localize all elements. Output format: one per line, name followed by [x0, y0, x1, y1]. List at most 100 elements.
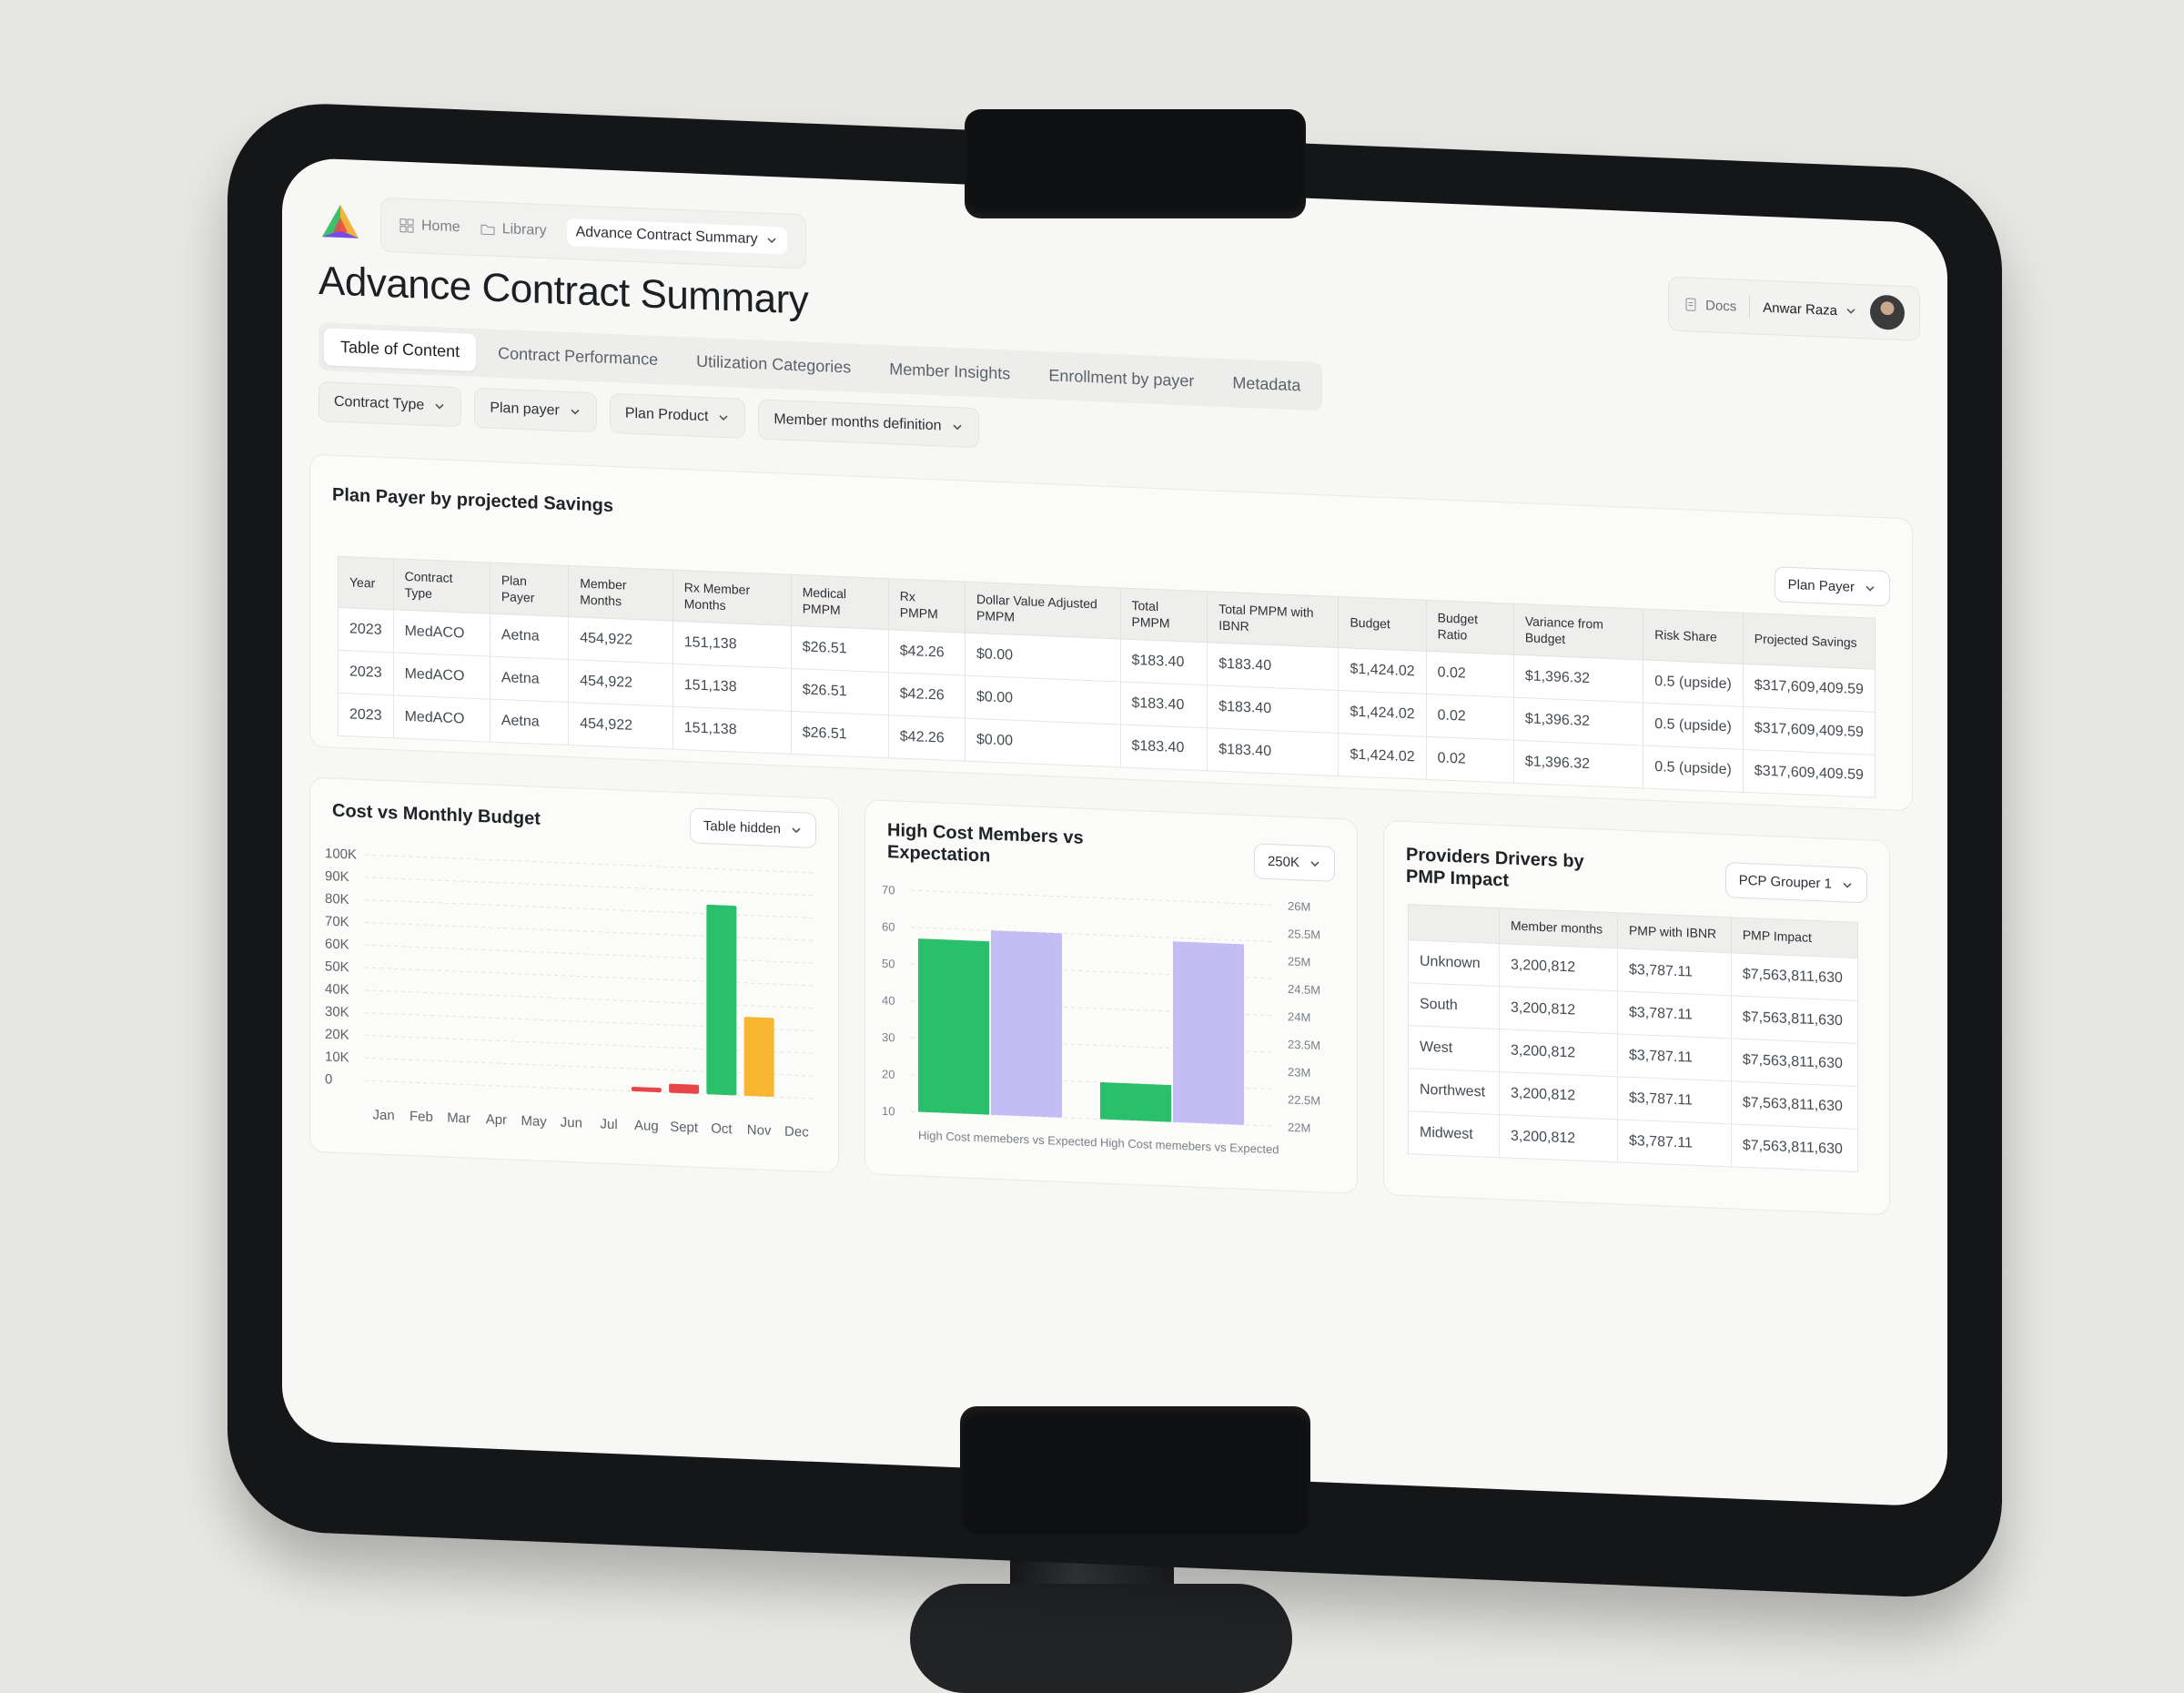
- filter-plan-product[interactable]: Plan Product: [610, 393, 746, 439]
- threshold-label: 250K: [1268, 854, 1299, 870]
- y-tick-label: 30K: [325, 1004, 349, 1020]
- table-cell: 454,922: [569, 660, 673, 707]
- table-cell: 3,200,812: [1499, 1029, 1617, 1076]
- page-title: Advance Contract Summary: [318, 259, 808, 324]
- column-header: Medical PMPM: [791, 574, 888, 629]
- app-screen: Home Library Advance Contract Summary Do…: [282, 157, 1947, 1507]
- y-right-tick-label: 26M: [1288, 899, 1310, 914]
- divider: [1749, 295, 1750, 319]
- cost-vs-budget-chart: 100K90K80K70K60K50K40K30K20K10K0JanFebMa…: [319, 842, 829, 1162]
- bar: [744, 1017, 774, 1097]
- gridline: [911, 928, 1275, 942]
- app-logo-icon[interactable]: [318, 200, 362, 246]
- user-name: Anwar Raza: [1763, 299, 1837, 318]
- table-cell: $7,563,811,630: [1731, 995, 1857, 1043]
- chevron-down-icon: [1309, 857, 1321, 870]
- tab-utilization-categories[interactable]: Utilization Categories: [680, 342, 867, 387]
- table-cell: $7,563,811,630: [1731, 1038, 1857, 1086]
- x-tick-label: Apr: [486, 1111, 507, 1128]
- table-cell: $1,396.32: [1513, 654, 1643, 703]
- table-cell: Aetna: [490, 613, 568, 659]
- grid-icon: [399, 218, 414, 234]
- table-hidden-dropdown[interactable]: Table hidden: [690, 807, 816, 848]
- gridline: [365, 922, 815, 940]
- column-header: PMP with IBNR: [1617, 913, 1731, 953]
- high-cost-members-chart: 7060504030201026M25.5M25M24.5M24M23.5M23…: [875, 878, 1348, 1184]
- table-cell: $317,609,409.59: [1743, 749, 1875, 797]
- breadcrumb-home[interactable]: Home: [399, 218, 460, 237]
- x-tick-label: Feb: [410, 1109, 433, 1125]
- breadcrumb-library-label: Library: [502, 221, 547, 239]
- column-header: Total PMPM: [1120, 588, 1208, 643]
- column-header: Contract Type: [393, 559, 490, 613]
- table-cell: $42.26: [888, 630, 965, 675]
- x-tick-label: Jul: [601, 1116, 618, 1132]
- column-header: [1409, 905, 1500, 944]
- breadcrumb-current-page[interactable]: Advance Contract Summary: [567, 218, 787, 255]
- y-tick-label: 50: [882, 957, 895, 971]
- x-category-label: High Cost memebers vs Expected: [1100, 1136, 1279, 1157]
- table-cell: $183.40: [1120, 725, 1208, 771]
- tab-contract-performance[interactable]: Contract Performance: [481, 334, 674, 380]
- gridline: [911, 890, 1275, 905]
- providers-drivers-card: Providers Drivers by PMP Impact PCP Grou…: [1383, 820, 1890, 1215]
- tab-member-insights[interactable]: Member Insights: [873, 350, 1026, 393]
- table-cell: $3,787.11: [1617, 1076, 1731, 1123]
- y-tick-label: 40: [882, 993, 895, 1008]
- table-cell: 151,138: [672, 706, 791, 754]
- table-cell: 3,200,812: [1499, 986, 1617, 1033]
- docs-link[interactable]: Docs: [1684, 297, 1736, 314]
- table-hidden-label: Table hidden: [703, 818, 781, 836]
- docs-label: Docs: [1705, 298, 1736, 314]
- gridline: [365, 968, 815, 986]
- column-header: Budget: [1339, 597, 1426, 652]
- plan-payer-dropdown-label: Plan Payer: [1788, 577, 1855, 595]
- table-cell: Aetna: [490, 699, 568, 745]
- y-tick-label: 40K: [325, 981, 349, 998]
- gridline: [365, 877, 815, 896]
- tablet-frame: Home Library Advance Contract Summary Do…: [228, 100, 2002, 1600]
- y-right-tick-label: 24M: [1288, 1009, 1310, 1024]
- x-tick-label: Mar: [447, 1110, 470, 1127]
- tab-metadata[interactable]: Metadata: [1216, 364, 1317, 405]
- table-cell: $183.40: [1208, 728, 1339, 776]
- chevron-down-icon: [569, 405, 581, 419]
- bar: [1100, 1082, 1171, 1122]
- table-cell: $317,609,409.59: [1743, 706, 1875, 755]
- plan-payer-card-title: Plan Payer by projected Savings: [332, 485, 613, 517]
- table-cell: MedACO: [393, 695, 490, 742]
- document-icon: [1684, 297, 1698, 312]
- high-cost-members-card: High Cost Members vs Expectation 250K 70…: [864, 799, 1358, 1194]
- y-tick-label: 60: [882, 919, 895, 934]
- avatar[interactable]: [1870, 294, 1905, 330]
- table-cell: $3,787.11: [1617, 1119, 1731, 1166]
- pcp-grouper-dropdown[interactable]: PCP Grouper 1: [1725, 862, 1867, 903]
- filter-contract-type[interactable]: Contract Type: [318, 381, 461, 427]
- column-header: Variance from Budget: [1513, 603, 1643, 660]
- table-cell: $0.00: [966, 633, 1121, 682]
- y-tick-label: 100K: [325, 846, 357, 862]
- table-cell: $317,609,409.59: [1743, 664, 1875, 712]
- breadcrumb-current-label: Advance Contract Summary: [576, 224, 758, 248]
- filter-plan-payer[interactable]: Plan payer: [474, 388, 597, 432]
- table-cell: $3,787.11: [1617, 990, 1731, 1038]
- y-right-tick-label: 23.5M: [1288, 1038, 1320, 1052]
- column-header: Dollar Value Adjusted PMPM: [966, 582, 1121, 639]
- pcp-grouper-label: PCP Grouper 1: [1739, 873, 1832, 892]
- threshold-dropdown[interactable]: 250K: [1254, 843, 1335, 882]
- tab-table-of-content[interactable]: Table of Content: [324, 328, 476, 371]
- column-header: Projected Savings: [1743, 613, 1875, 669]
- x-tick-label: Dec: [784, 1124, 809, 1140]
- filter-member-months-definition[interactable]: Member months definition: [758, 399, 978, 448]
- breadcrumb-library[interactable]: Library: [480, 220, 547, 239]
- user-menu[interactable]: Anwar Raza: [1763, 299, 1857, 319]
- plan-payer-dropdown[interactable]: Plan Payer: [1774, 566, 1890, 606]
- x-tick-label: Nov: [747, 1122, 772, 1139]
- table-cell: $1,424.02: [1339, 691, 1426, 737]
- table-cell: $3,787.11: [1617, 1033, 1731, 1080]
- column-header: Risk Share: [1643, 609, 1744, 664]
- y-tick-label: 70: [882, 883, 895, 897]
- column-header: PMP Impact: [1731, 917, 1857, 958]
- filter-plan-payer-label: Plan payer: [490, 400, 560, 420]
- tab-enrollment-by-payer[interactable]: Enrollment by payer: [1032, 357, 1210, 401]
